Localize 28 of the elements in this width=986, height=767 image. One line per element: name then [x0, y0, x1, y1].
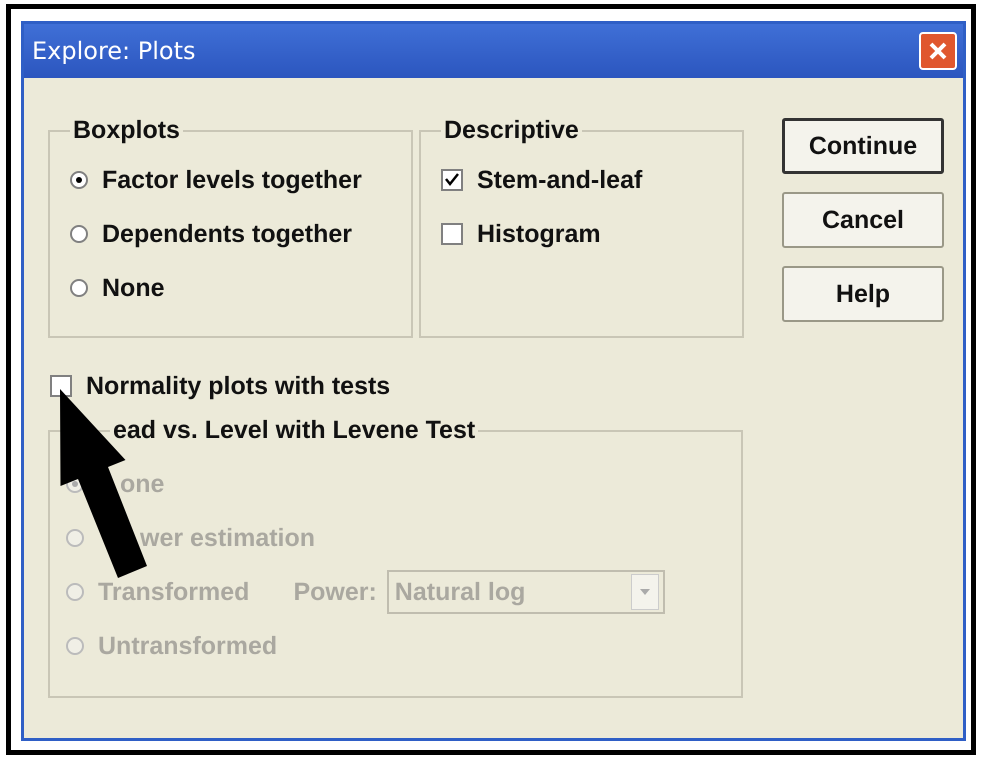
option-label: None [102, 274, 164, 302]
option-label: Dependents together [102, 220, 352, 248]
radio-button[interactable] [70, 171, 88, 189]
power-label: Power: [293, 578, 377, 606]
option-label: Factor levels together [102, 166, 362, 194]
option-label: one [120, 470, 164, 498]
window-title: Explore: Plots [32, 37, 196, 65]
group-title: Boxplots [72, 116, 181, 145]
option-label: wer estimation [140, 524, 316, 552]
group-title: Descriptive [443, 116, 580, 145]
group-title: ead vs. Level with Levene Test [112, 416, 476, 445]
checkbox[interactable] [441, 223, 463, 245]
dialog-button[interactable]: Cancel [782, 192, 944, 248]
close-icon [927, 40, 949, 62]
option-label: Transformed [98, 578, 250, 606]
radio-button[interactable] [70, 279, 88, 297]
caret-icon [640, 589, 650, 595]
option-label: Untransformed [98, 632, 278, 660]
checkbox[interactable] [50, 375, 72, 397]
dialog-button[interactable]: Continue [782, 118, 944, 174]
option-label: Histogram [477, 220, 601, 248]
dialog-button[interactable]: Help [782, 266, 944, 322]
close-button[interactable] [919, 32, 957, 70]
radio-button[interactable] [70, 225, 88, 243]
option-label: Normality plots with tests [86, 372, 390, 400]
option-label: Stem-and-leaf [477, 166, 642, 194]
dropdown-value: Natural log [394, 578, 526, 606]
checkbox[interactable] [441, 169, 463, 191]
